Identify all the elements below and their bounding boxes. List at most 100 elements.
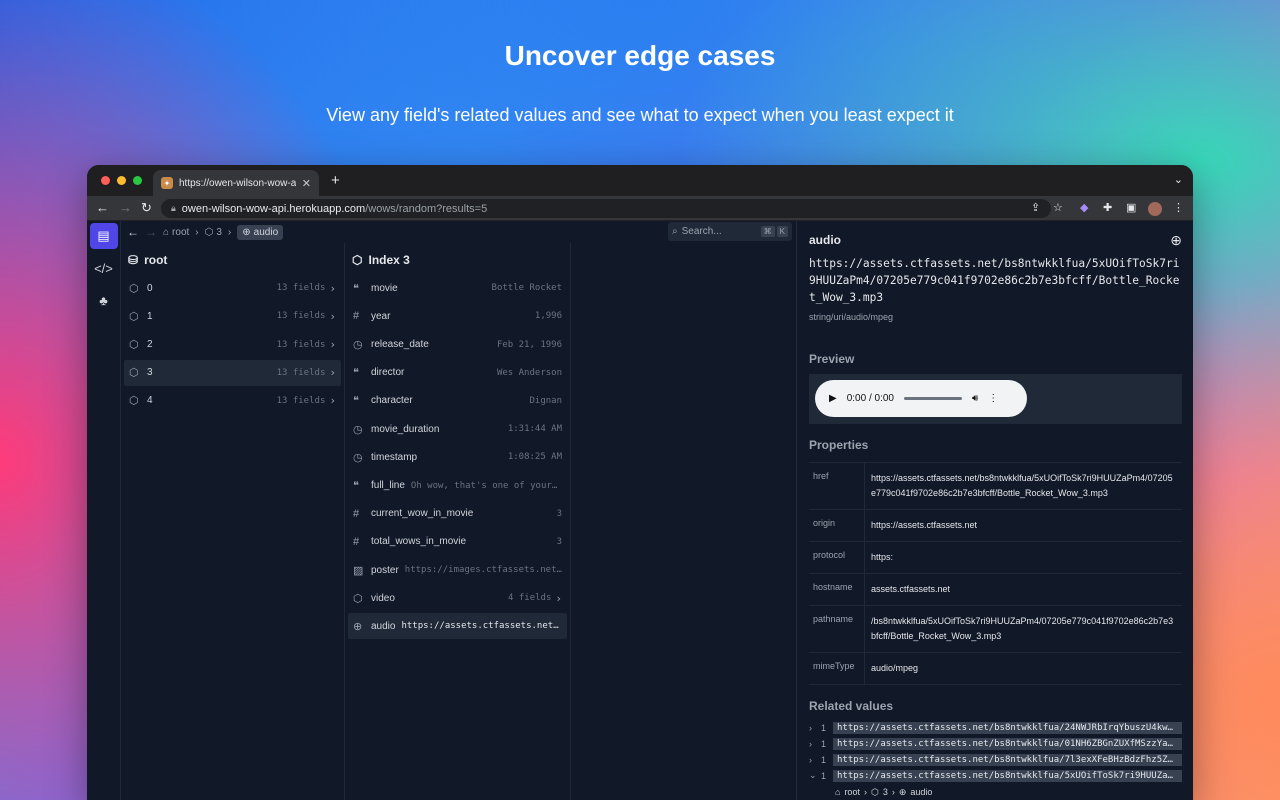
list-item[interactable]: ⬡ 1 13 fields › xyxy=(124,303,341,329)
quote-icon: ❝ xyxy=(353,282,359,295)
preview-title: Preview xyxy=(809,352,855,366)
chevron-right-icon[interactable]: › xyxy=(809,755,817,765)
property-row: pathname /bs8ntwkklfua/5xUOifToSk7ri9HUU… xyxy=(809,606,1182,653)
search-input[interactable]: ⌕ Search... ⌘ K xyxy=(668,222,792,241)
property-key: origin xyxy=(809,510,865,541)
more-options-icon[interactable]: ⋮ xyxy=(988,393,998,404)
cube-icon: ⬡ xyxy=(129,367,139,380)
root-column-header: ⛁ root xyxy=(128,253,168,267)
item-value: Dignan xyxy=(529,395,562,406)
tab-title: https://owen-wilson-wow-api.h xyxy=(179,177,296,189)
chevron-right-icon: › xyxy=(863,787,867,797)
list-item[interactable]: ❝ full_line Oh wow, that's one of your ..… xyxy=(348,473,567,499)
address-bar: ← → ↻ 🔒︎ owen-wilson-wow-api.herokuapp.c… xyxy=(87,196,1193,221)
globe-icon: ⊕ xyxy=(242,226,251,238)
hero-title: Uncover edge cases xyxy=(504,40,776,71)
empty-column xyxy=(571,243,796,800)
list-item[interactable]: # total_wows_in_movie 3 xyxy=(348,529,567,555)
detail-value: https://assets.ctfassets.net/bs8ntwkklfu… xyxy=(809,257,1180,304)
breadcrumb-root[interactable]: ⌂ root xyxy=(163,227,189,238)
tab-search-chevron-icon[interactable]: ⌄ xyxy=(1174,173,1183,186)
lock-icon: 🔒︎ xyxy=(171,203,176,213)
browser-menu-icon[interactable]: ⋮ xyxy=(1173,201,1184,214)
related-value: https://assets.ctfassets.net/bs8ntwkklfu… xyxy=(833,721,1182,734)
new-tab-icon[interactable]: + xyxy=(331,172,340,189)
detail-panel: audio ⊕ https://assets.ctfassets.net/bs8… xyxy=(797,221,1193,800)
related-value-row[interactable]: › 1 https://assets.ctfassets.net/bs8ntwk… xyxy=(809,753,1182,766)
chevron-right-icon: › xyxy=(329,338,336,352)
globe-icon[interactable]: ⊕ xyxy=(1170,232,1182,249)
chevron-right-icon: › xyxy=(329,281,336,295)
chevron-down-icon[interactable]: ⌄ xyxy=(809,770,817,781)
volume-icon[interactable]: 🔊︎ xyxy=(972,393,978,404)
audio-player[interactable]: ▶ 0:00 / 0:00 🔊︎ ⋮ xyxy=(815,380,1027,417)
related-value: https://assets.ctfassets.net/bs8ntwkklfu… xyxy=(833,737,1182,750)
related-value-path[interactable]: ⌂ root › ⬡ 3 › ⊕ audio xyxy=(809,785,1182,799)
lock-icon: ⌂ xyxy=(835,787,841,797)
globe-icon: ⊕ xyxy=(353,620,363,633)
chevron-right-icon[interactable]: › xyxy=(809,723,817,733)
bookmark-star-icon[interactable]: ☆ xyxy=(1053,201,1063,214)
database-icon: ⛁ xyxy=(128,253,139,267)
list-item[interactable]: ⬡ 4 13 fields › xyxy=(124,388,341,414)
chevron-right-icon: › xyxy=(891,787,895,797)
extension-icon[interactable]: ◆ xyxy=(1080,201,1088,214)
list-item[interactable]: ⊕ audio https://assets.ctfassets.net... xyxy=(348,613,567,640)
maximize-window-button[interactable] xyxy=(133,176,142,185)
nav-back-icon[interactable]: ← xyxy=(127,225,139,239)
related-value-row[interactable]: ⌄ 1 https://assets.ctfassets.net/bs8ntwk… xyxy=(809,769,1182,782)
item-meta: 13 fields xyxy=(276,395,326,406)
list-item[interactable]: # current_wow_in_movie 3 xyxy=(348,501,567,527)
tree-view-icon[interactable]: ♣ xyxy=(90,287,118,313)
url-field[interactable]: 🔒︎ owen-wilson-wow-api.herokuapp.com/wow… xyxy=(161,199,1051,218)
audio-progress-slider[interactable] xyxy=(903,397,962,400)
list-item[interactable]: ❝ character Dignan xyxy=(348,388,567,414)
clock-icon: ◷ xyxy=(353,339,363,352)
list-item[interactable]: ⬡ 3 13 fields › xyxy=(124,359,341,386)
item-value: 1:31:44 AM xyxy=(507,424,562,435)
related-value-row[interactable]: › 1 https://assets.ctfassets.net/bs8ntwk… xyxy=(809,721,1182,734)
breadcrumb-index[interactable]: ⬡ 3 xyxy=(205,227,222,238)
property-row: protocol https: xyxy=(809,542,1182,574)
chevron-right-icon[interactable]: › xyxy=(809,739,817,749)
quote-icon: ❝ xyxy=(353,367,359,380)
breadcrumb-field[interactable]: ⊕ audio xyxy=(237,224,284,240)
property-value: https://assets.ctfassets.net/bs8ntwkklfu… xyxy=(871,473,1173,498)
list-item[interactable]: ◷ movie_duration 1:31:44 AM xyxy=(348,416,567,442)
side-panel-icon[interactable]: ▣ xyxy=(1126,201,1136,214)
forward-arrow-icon[interactable]: → xyxy=(119,200,132,215)
list-item[interactable]: ⬡ video 4 fields › xyxy=(348,585,567,611)
play-icon[interactable]: ▶ xyxy=(829,393,837,404)
nav-forward-icon[interactable]: → xyxy=(145,225,157,239)
list-item[interactable]: ❝ movie Bottle Rocket xyxy=(348,275,567,301)
layout-view-icon[interactable]: ▤ xyxy=(89,223,118,249)
minimize-window-button[interactable] xyxy=(117,176,126,185)
list-item[interactable]: ⬡ 2 13 fields › xyxy=(124,332,341,358)
list-item[interactable]: ◷ timestamp 1:08:25 AM xyxy=(348,444,567,470)
reload-icon[interactable]: ↻ xyxy=(141,200,152,216)
related-values-list: › 1 https://assets.ctfassets.net/bs8ntwk… xyxy=(809,721,1182,800)
code-view-icon[interactable]: </> xyxy=(90,255,118,281)
search-icon: ⌕ xyxy=(672,226,678,237)
close-window-button[interactable] xyxy=(101,176,110,185)
detail-type: string/uri/audio/mpeg xyxy=(809,312,894,322)
share-icon[interactable]: ⇪ xyxy=(1031,201,1040,214)
list-item[interactable]: ❝ director Wes Anderson xyxy=(348,360,567,386)
related-value-row[interactable]: › 1 https://assets.ctfassets.net/bs8ntwk… xyxy=(809,737,1182,750)
item-value: 4 fields xyxy=(508,593,552,604)
list-item[interactable]: ▨ poster https://images.ctfassets.net... xyxy=(348,557,567,583)
chevron-right-icon: › xyxy=(329,366,336,380)
profile-avatar[interactable] xyxy=(1148,202,1162,216)
puzzle-extensions-icon[interactable]: ✚ xyxy=(1103,201,1112,214)
preview-box: ▶ 0:00 / 0:00 🔊︎ ⋮ xyxy=(809,374,1182,424)
property-key: mimeType xyxy=(809,653,865,684)
back-arrow-icon[interactable]: ← xyxy=(96,200,109,215)
list-item[interactable]: ⬡ 0 13 fields › xyxy=(124,275,341,301)
list-item[interactable]: ◷ release_date Feb 21, 1996 xyxy=(348,332,567,358)
root-column: ⛁ root ⬡ 0 13 fields › ⬡ 1 13 fields › ⬡ 2 1… xyxy=(121,243,345,800)
browser-tab[interactable]: ✦ https://owen-wilson-wow-api.h ✕ xyxy=(153,170,319,196)
favicon-icon: ✦ xyxy=(161,177,173,189)
list-item[interactable]: # year 1,996 xyxy=(348,303,567,329)
close-tab-icon[interactable]: ✕ xyxy=(302,177,311,190)
item-name: movie xyxy=(371,282,398,294)
